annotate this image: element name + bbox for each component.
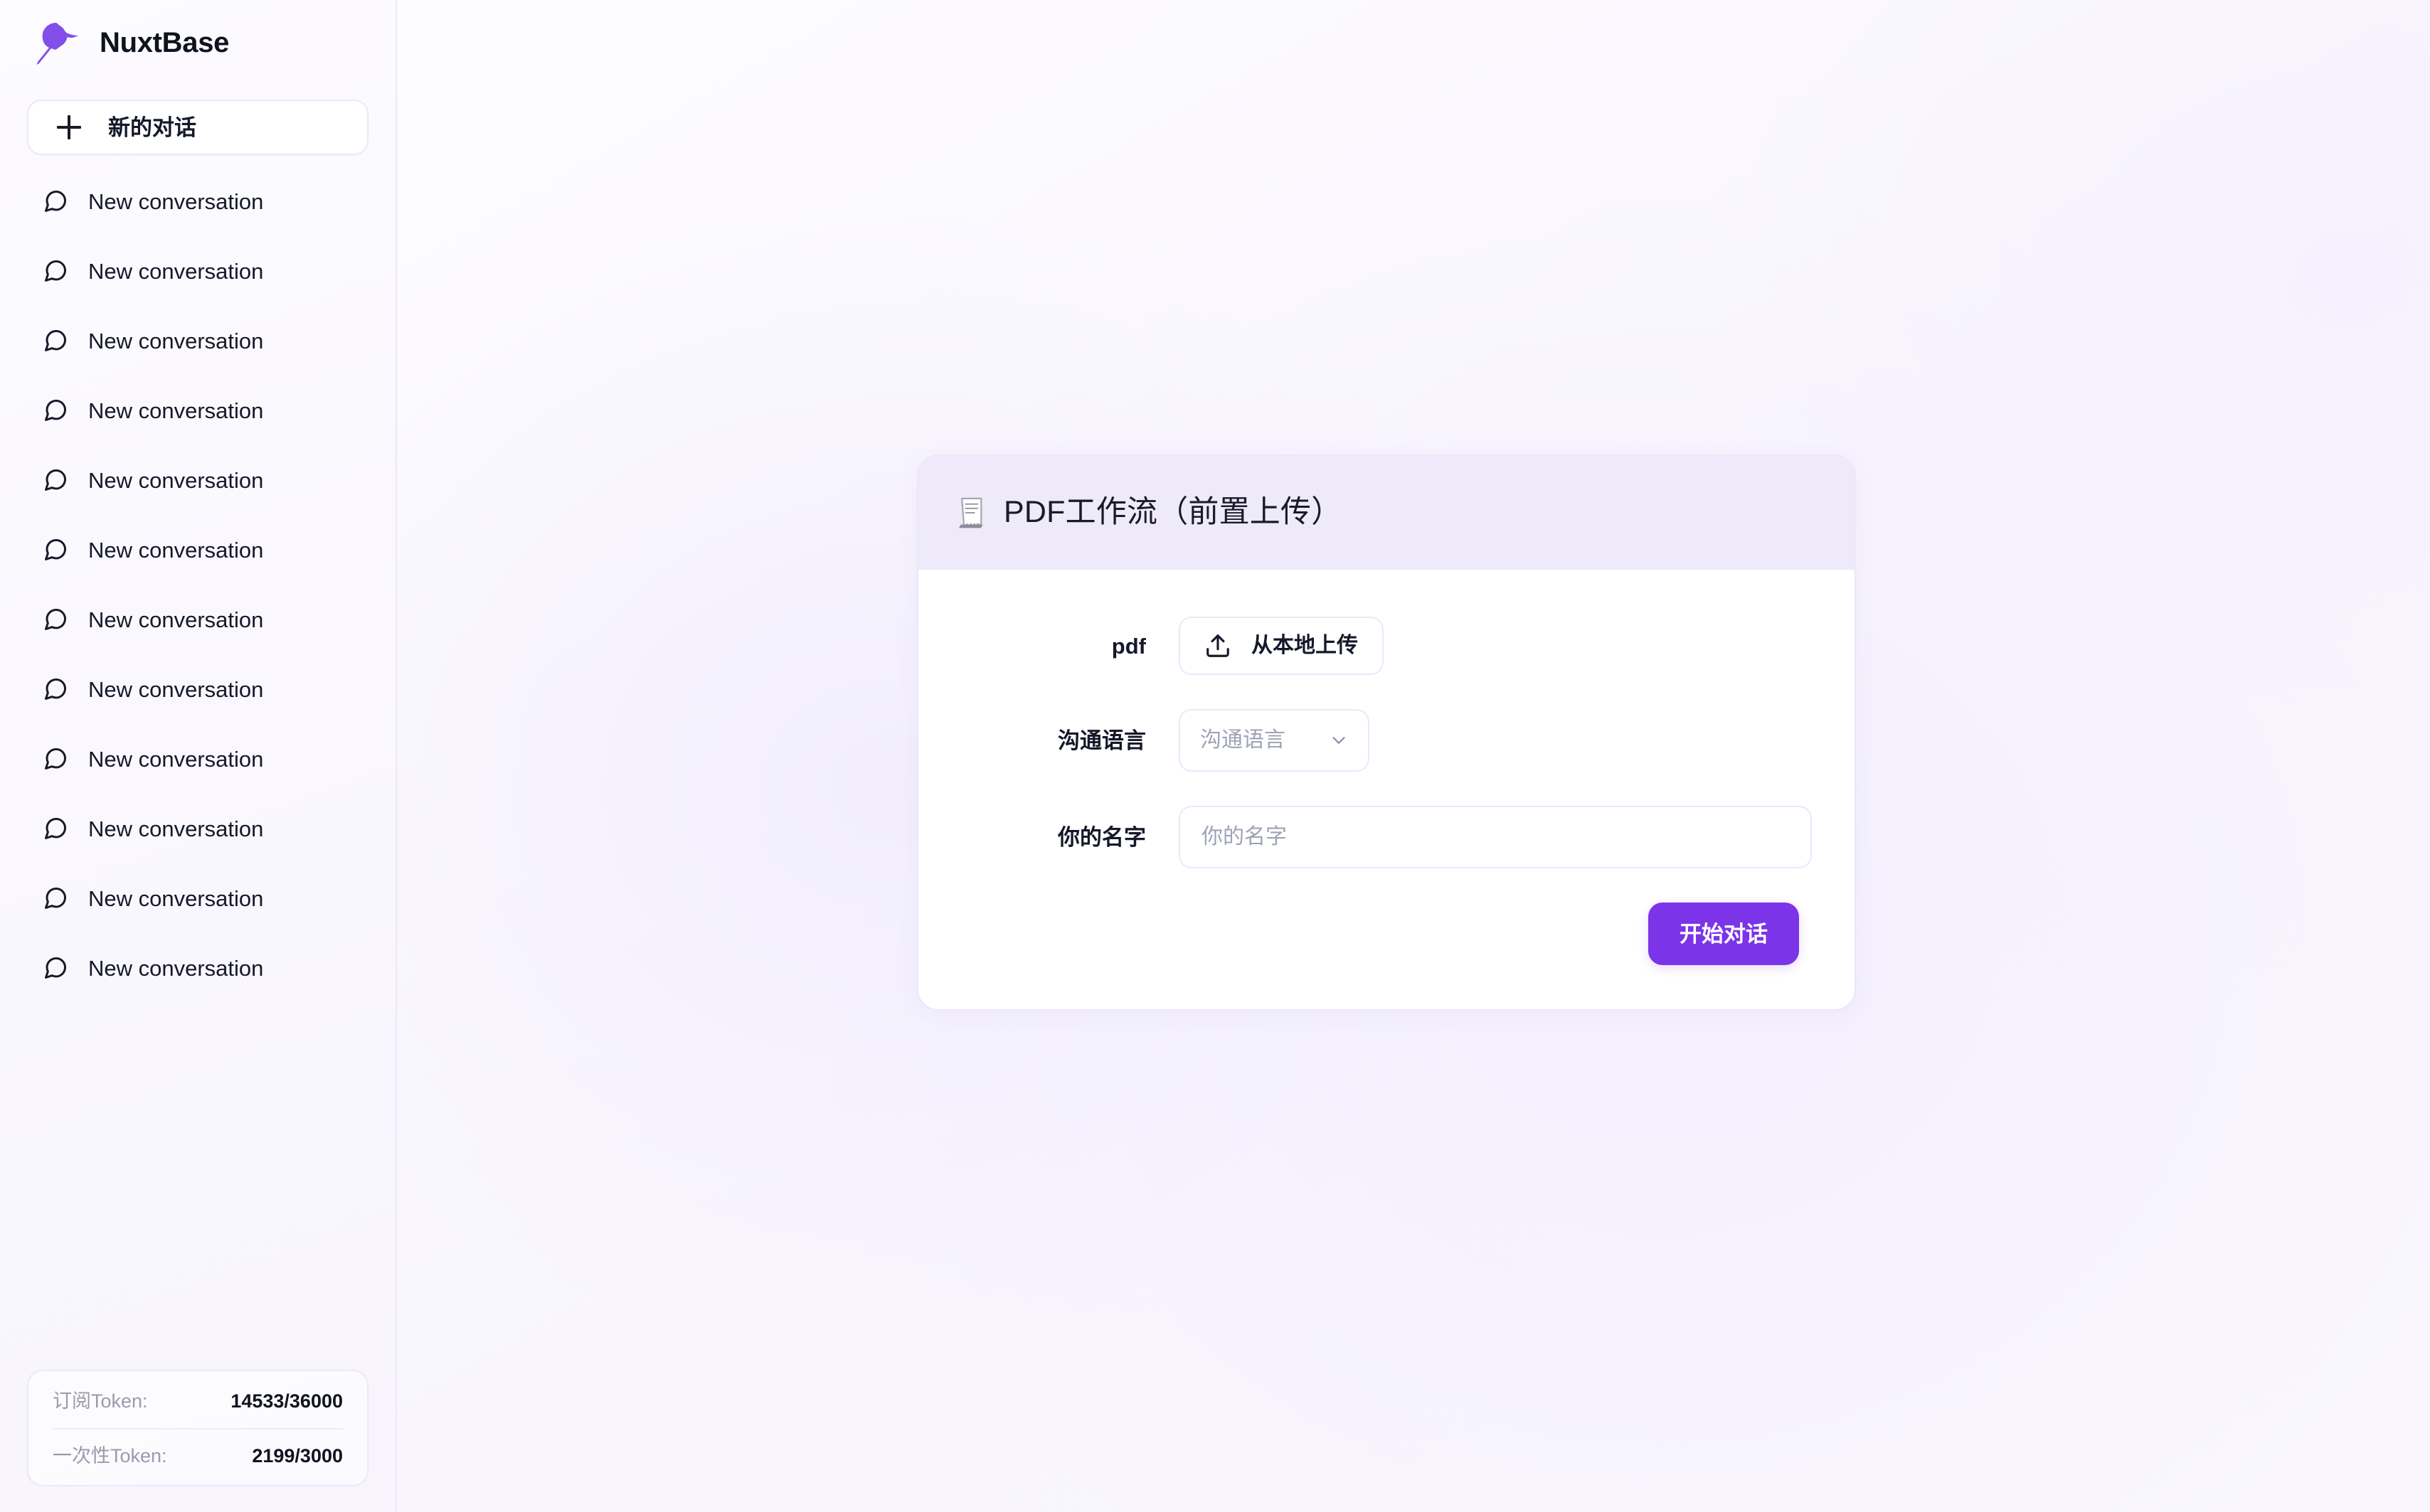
form-row-pdf: pdf 从本地上传 xyxy=(958,617,1815,675)
chat-bubble-icon xyxy=(45,329,67,351)
main-content: PDF工作流（前置上传） pdf 从本地上传 沟通语言 沟通语言 你的名字 你的… xyxy=(397,0,2430,1512)
list-item-label: New conversation xyxy=(88,537,264,563)
list-item-label: New conversation xyxy=(88,258,264,284)
card-actions: 开始对话 xyxy=(958,903,1815,965)
new-chat-container: 新的对话 xyxy=(0,100,396,155)
chat-bubble-icon xyxy=(45,399,67,421)
list-item-label: New conversation xyxy=(88,607,264,632)
language-select-placeholder: 沟通语言 xyxy=(1200,728,1285,752)
brand-name: NuxtBase xyxy=(100,27,230,58)
token-panel: 订阅Token: 14533/36000 一次性Token: 2199/3000 xyxy=(27,1370,368,1486)
document-icon xyxy=(959,497,983,528)
list-item-label: New conversation xyxy=(88,746,264,772)
list-item[interactable]: New conversation xyxy=(20,794,376,863)
upload-from-local-button[interactable]: 从本地上传 xyxy=(1179,617,1384,675)
chat-bubble-icon xyxy=(45,538,67,560)
list-item[interactable]: New conversation xyxy=(20,724,376,794)
token-row-onetime: 一次性Token: 2199/3000 xyxy=(53,1428,343,1482)
brand: NuxtBase xyxy=(0,0,396,85)
plus-icon xyxy=(57,115,81,139)
list-item-label: New conversation xyxy=(88,398,264,423)
list-item-label: New conversation xyxy=(88,188,264,214)
token-label: 订阅Token: xyxy=(53,1390,148,1412)
field-label-pdf: pdf xyxy=(1111,633,1146,659)
sidebar: NuxtBase 新的对话 New conversation New conve… xyxy=(0,0,397,1512)
token-value: 2199/3000 xyxy=(252,1444,343,1466)
new-conversation-button[interactable]: 新的对话 xyxy=(27,100,368,155)
chat-bubble-icon xyxy=(45,260,67,282)
chat-bubble-icon xyxy=(45,469,67,491)
conversation-list[interactable]: New conversation New conversation New co… xyxy=(0,166,396,1370)
list-item[interactable]: New conversation xyxy=(20,306,376,376)
list-item[interactable]: New conversation xyxy=(20,445,376,515)
page-title: PDF工作流（前置上传） xyxy=(1004,495,1342,529)
token-panel-container: 订阅Token: 14533/36000 一次性Token: 2199/3000 xyxy=(0,1370,396,1512)
upload-button-label: 从本地上传 xyxy=(1251,634,1358,657)
chevron-down-icon xyxy=(1332,737,1345,744)
chat-bubble-icon xyxy=(45,957,67,979)
hummingbird-logo-icon xyxy=(36,23,78,65)
field-label-language: 沟通语言 xyxy=(1058,728,1146,753)
list-item-label: New conversation xyxy=(88,955,264,981)
token-row-subscription: 订阅Token: 14533/36000 xyxy=(53,1374,343,1428)
chat-bubble-icon xyxy=(45,678,67,700)
token-value: 14533/36000 xyxy=(230,1390,343,1412)
form-row-name: 你的名字 xyxy=(958,806,1815,868)
language-select[interactable]: 沟通语言 xyxy=(1179,709,1369,772)
card-header: PDF工作流（前置上传） xyxy=(918,456,1855,570)
app-root: NuxtBase 新的对话 New conversation New conve… xyxy=(0,0,2430,1512)
chat-bubble-icon xyxy=(45,817,67,839)
list-item[interactable]: New conversation xyxy=(20,933,376,1003)
list-item-label: New conversation xyxy=(88,467,264,493)
list-item[interactable]: New conversation xyxy=(20,236,376,306)
new-conversation-label: 新的对话 xyxy=(108,115,196,140)
chat-bubble-icon xyxy=(45,608,67,630)
list-item-label: New conversation xyxy=(88,885,264,911)
chat-bubble-icon xyxy=(45,887,67,909)
form-row-language: 沟通语言 沟通语言 xyxy=(958,709,1815,772)
list-item[interactable]: New conversation xyxy=(20,585,376,654)
token-label: 一次性Token: xyxy=(53,1444,167,1466)
chat-bubble-icon xyxy=(45,190,67,212)
list-item-label: New conversation xyxy=(88,816,264,841)
upload-icon xyxy=(1206,634,1229,657)
list-item[interactable]: New conversation xyxy=(20,863,376,933)
card-body: pdf 从本地上传 沟通语言 沟通语言 你的名字 你的名字 开始对话 xyxy=(918,570,1855,1009)
list-item-label: New conversation xyxy=(88,328,264,353)
list-item[interactable]: New conversation xyxy=(20,166,376,236)
name-input[interactable] xyxy=(1179,806,1812,868)
field-label-name: 你的名字 xyxy=(1058,824,1146,850)
list-item[interactable]: New conversation xyxy=(20,654,376,724)
workflow-card: PDF工作流（前置上传） pdf 从本地上传 沟通语言 沟通语言 你的名字 你的… xyxy=(917,454,1856,1011)
chat-bubble-icon xyxy=(45,747,67,770)
start-conversation-button[interactable]: 开始对话 xyxy=(1648,903,1799,965)
list-item-label: New conversation xyxy=(88,676,264,702)
list-item[interactable]: New conversation xyxy=(20,515,376,585)
list-item[interactable]: New conversation xyxy=(20,376,376,445)
